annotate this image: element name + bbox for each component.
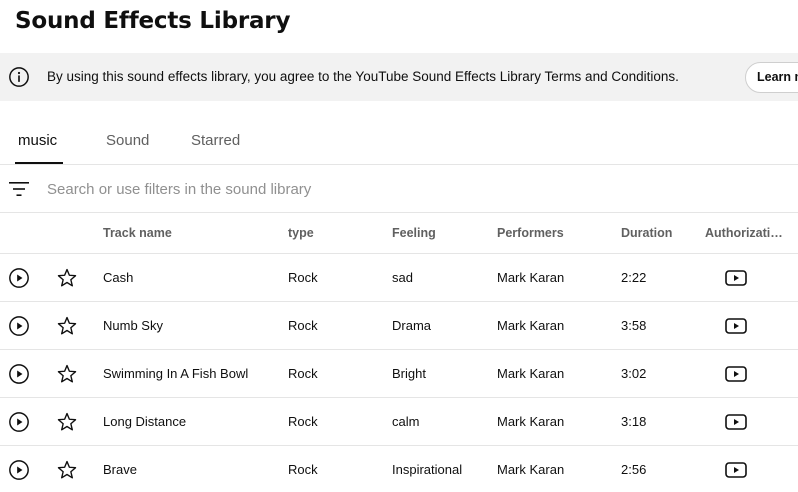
tab-starred[interactable]: Starred: [191, 132, 240, 149]
track-type: Rock: [288, 366, 318, 381]
info-icon: [9, 67, 29, 87]
table-row[interactable]: Long Distance Rock calm Mark Karan 3:18: [0, 398, 798, 446]
track-feeling: Bright: [392, 366, 426, 381]
table-row[interactable]: Cash Rock sad Mark Karan 2:22: [0, 254, 798, 302]
header-duration[interactable]: Duration: [621, 226, 672, 240]
terms-notice-banner: By using this sound effects library, you…: [0, 53, 798, 101]
track-duration: 2:22: [621, 270, 647, 285]
track-type: Rock: [288, 318, 318, 333]
track-duration: 2:56: [621, 462, 647, 477]
track-name: Numb Sky: [103, 318, 163, 333]
track-performers: Mark Karan: [497, 318, 565, 333]
table-header: Track name type Feeling Performers Durat…: [0, 213, 798, 254]
track-feeling: Drama: [392, 318, 432, 333]
play-circle-icon[interactable]: [8, 363, 30, 385]
track-feeling: calm: [392, 414, 420, 429]
tab-sound[interactable]: Sound: [106, 132, 149, 149]
tab-music[interactable]: music: [18, 132, 57, 149]
youtube-icon[interactable]: [725, 462, 747, 478]
star-outline-icon[interactable]: [56, 267, 78, 289]
star-outline-icon[interactable]: [56, 459, 78, 481]
star-outline-icon[interactable]: [56, 363, 78, 385]
sound-table: Track name type Feeling Performers Durat…: [0, 213, 798, 492]
track-duration: 3:02: [621, 366, 647, 381]
play-circle-icon[interactable]: [8, 459, 30, 481]
track-duration: 3:58: [621, 318, 647, 333]
search-filter-bar: [0, 165, 798, 213]
track-type: Rock: [288, 462, 318, 477]
play-circle-icon[interactable]: [8, 411, 30, 433]
filter-icon[interactable]: [9, 181, 29, 197]
header-feeling[interactable]: Feeling: [392, 226, 436, 240]
star-outline-icon[interactable]: [56, 315, 78, 337]
track-name: Long Distance: [103, 414, 187, 429]
youtube-icon[interactable]: [725, 270, 747, 286]
table-row[interactable]: Brave Rock Inspirational Mark Karan 2:56: [0, 446, 798, 492]
track-performers: Mark Karan: [497, 462, 565, 477]
table-row[interactable]: Swimming In A Fish Bowl Rock Bright Mark Ka…: [0, 350, 798, 398]
notice-text: By using this sound effects library, you…: [47, 69, 679, 84]
header-performers[interactable]: Performers: [497, 226, 564, 240]
page-title: Sound Effects Library: [15, 8, 291, 34]
youtube-icon[interactable]: [725, 318, 747, 334]
track-duration: 3:18: [621, 414, 647, 429]
header-track-name[interactable]: Track name: [103, 226, 172, 240]
youtube-icon[interactable]: [725, 366, 747, 382]
track-feeling: sad: [392, 270, 413, 285]
youtube-icon[interactable]: [725, 414, 747, 430]
header-authorization[interactable]: Authorization: [705, 226, 785, 240]
track-name: Swimming In A Fish Bowl: [103, 366, 249, 381]
header-type[interactable]: type: [288, 226, 314, 240]
track-type: Rock: [288, 270, 318, 285]
track-performers: Mark Karan: [497, 366, 565, 381]
active-tab-indicator: [15, 162, 63, 164]
track-name: Cash: [103, 270, 134, 285]
track-feeling: Inspirational: [392, 462, 463, 477]
track-name: Brave: [103, 462, 137, 477]
tab-bar: music Sound Starred: [0, 101, 798, 165]
star-outline-icon[interactable]: [56, 411, 78, 433]
play-circle-icon[interactable]: [8, 315, 30, 337]
search-input[interactable]: [47, 177, 647, 201]
table-row[interactable]: Numb Sky Rock Drama Mark Karan 3:58: [0, 302, 798, 350]
track-performers: Mark Karan: [497, 270, 565, 285]
track-performers: Mark Karan: [497, 414, 565, 429]
track-type: Rock: [288, 414, 318, 429]
learn-more-button[interactable]: Learn more: [745, 62, 798, 93]
play-circle-icon[interactable]: [8, 267, 30, 289]
